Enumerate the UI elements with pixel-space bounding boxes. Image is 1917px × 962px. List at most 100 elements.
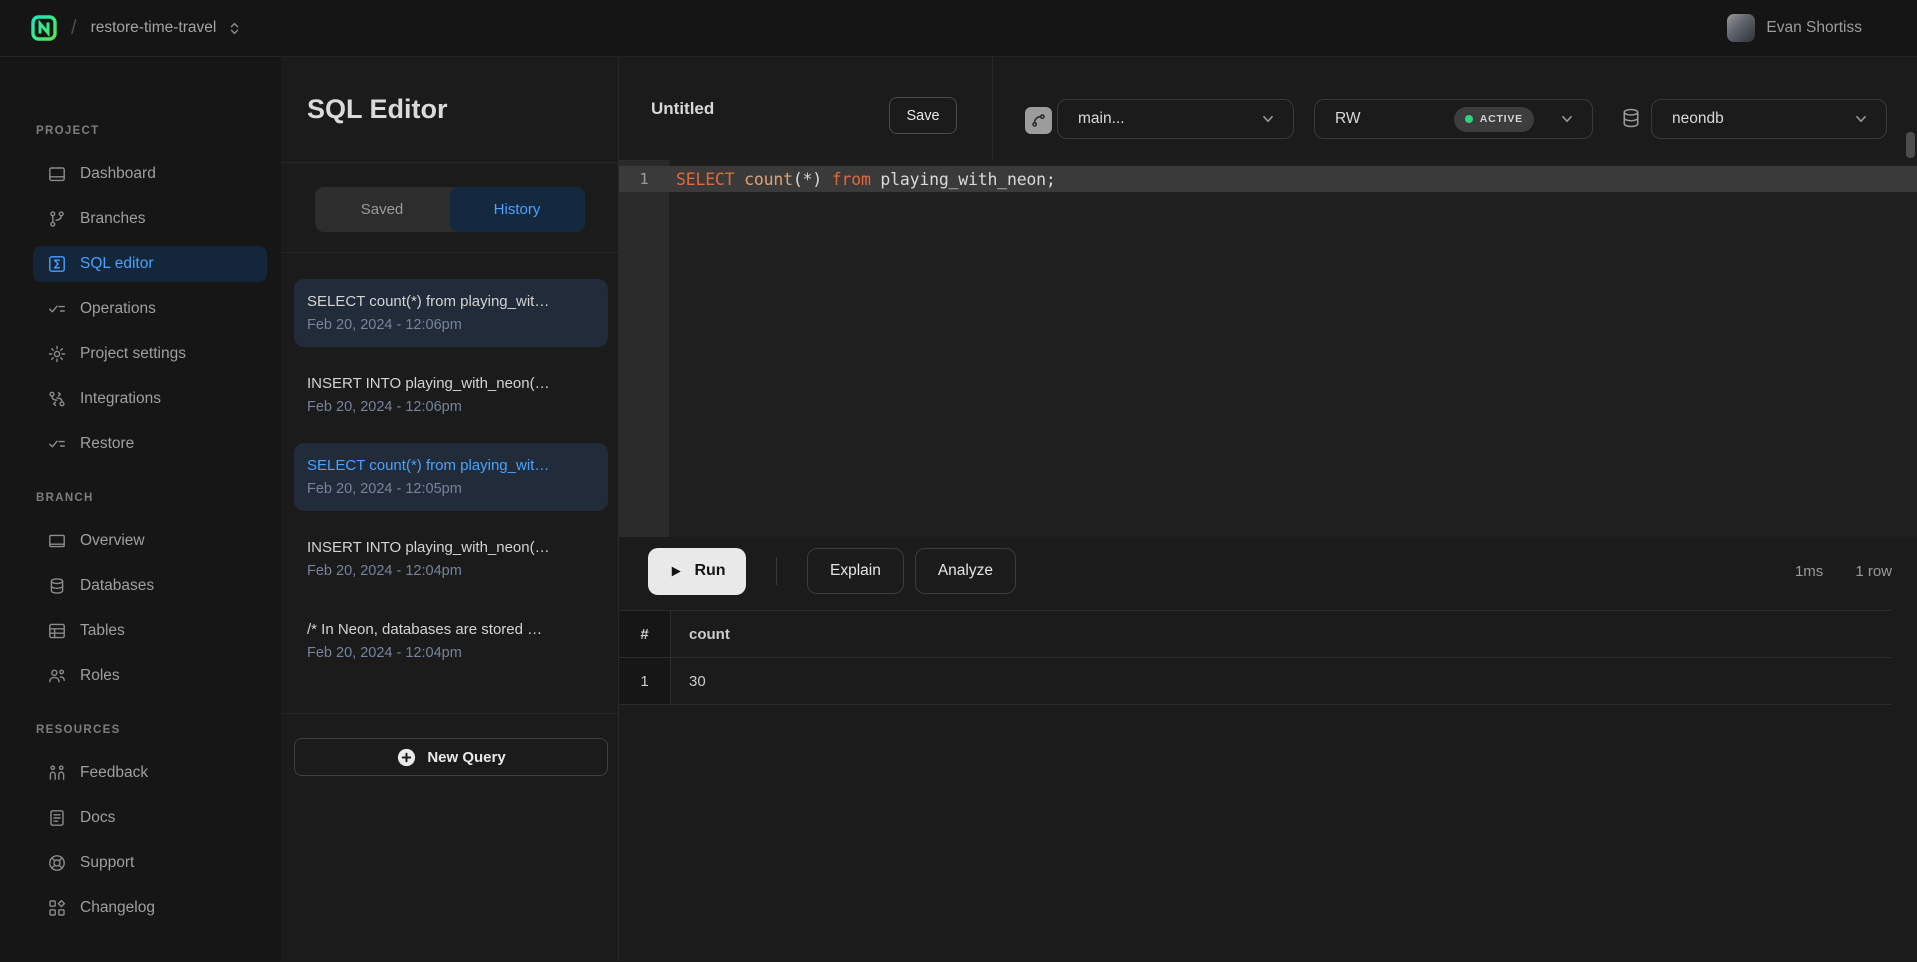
history-timestamp: Feb 20, 2024 - 12:05pm: [307, 481, 594, 497]
sidebar-section: PROJECTDashboardBranchesSQL editorOperat…: [18, 125, 281, 462]
sql-code-editor[interactable]: 1 SELECT count(*) from playing_with_neon…: [619, 160, 1917, 537]
history-item[interactable]: INSERT INTO playing_with_neon(… Feb 20, 2…: [294, 525, 608, 593]
results-header-index: #: [619, 611, 671, 657]
main-area: Untitled Save main... RW ACTIVE neondb: [619, 57, 1917, 961]
history-query: SELECT count(*) from playing_wit…: [307, 457, 594, 474]
sidebar-item-sql-editor[interactable]: SQL editor: [33, 246, 267, 282]
sidebar-item-operations[interactable]: Operations: [33, 291, 267, 327]
branch-icon[interactable]: [1025, 107, 1052, 134]
history-timestamp: Feb 20, 2024 - 12:04pm: [307, 563, 594, 579]
branch-select-value: main...: [1078, 110, 1125, 128]
history-item[interactable]: SELECT count(*) from playing_wit… Feb 20,…: [294, 279, 608, 347]
branch-select[interactable]: main...: [1057, 99, 1294, 139]
results-header-row: # count: [619, 610, 1892, 658]
tables-icon: [47, 621, 67, 641]
tab-history[interactable]: History: [450, 187, 585, 232]
sidebar-item-restore[interactable]: Restore: [33, 426, 267, 462]
sidebar-item-roles[interactable]: Roles: [33, 658, 267, 694]
sidebar-item-label: Restore: [80, 435, 134, 453]
history-item[interactable]: INSERT INTO playing_with_neon(… Feb 20, 2…: [294, 361, 608, 429]
history-timestamp: Feb 20, 2024 - 12:06pm: [307, 317, 594, 333]
sidebar-item-branches[interactable]: Branches: [33, 201, 267, 237]
explain-button[interactable]: Explain: [807, 548, 904, 594]
sidebar-item-label: Changelog: [80, 899, 155, 917]
sidebar-items: Dashboard Branches SQL editor Operations Pro…: [18, 156, 281, 462]
save-button[interactable]: Save: [889, 97, 957, 134]
sidebar-item-label: Feedback: [80, 764, 148, 782]
code-token: SELECT: [676, 170, 734, 189]
history-item[interactable]: /* In Neon, databases are stored … Feb 20…: [294, 607, 608, 675]
history-item[interactable]: SELECT count(*) from playing_wit… Feb 20,…: [294, 443, 608, 511]
new-query-label: New Query: [427, 749, 505, 766]
history-query: /* In Neon, databases are stored …: [307, 621, 594, 638]
results-header-count: count: [671, 611, 730, 657]
query-title: Untitled: [651, 99, 714, 119]
history-query: INSERT INTO playing_with_neon(…: [307, 539, 594, 556]
branches-icon: [47, 209, 67, 229]
sidebar-item-dashboard[interactable]: Dashboard: [33, 156, 267, 192]
database-select[interactable]: neondb: [1651, 99, 1887, 139]
code-content: SELECT count(*) from playing_with_neon;: [669, 170, 1056, 189]
query-panel-header: SQL Editor: [281, 57, 618, 163]
results-table: # count 1 30: [619, 610, 1892, 705]
sidebar-item-databases[interactable]: Databases: [33, 568, 267, 604]
actions-row: Run Explain Analyze 1ms 1 row: [619, 537, 1917, 605]
neon-logo-icon[interactable]: [30, 14, 58, 42]
history-query: INSERT INTO playing_with_neon(…: [307, 375, 594, 392]
user-menu[interactable]: Evan Shortiss: [1727, 14, 1862, 42]
database-icon: [47, 576, 67, 596]
code-token: playing_with_neon;: [871, 170, 1056, 189]
dashboard-icon: [47, 164, 67, 184]
new-query-button[interactable]: New Query: [294, 738, 608, 776]
toolbar-divider: [992, 57, 993, 160]
sidebar-item-project-settings[interactable]: Project settings: [33, 336, 267, 372]
gear-icon: [47, 344, 67, 364]
integrations-icon: [47, 389, 67, 409]
sidebar-item-feedback[interactable]: Feedback: [33, 755, 267, 791]
sql-editor-icon: [47, 254, 67, 274]
sidebar-item-changelog[interactable]: Changelog: [33, 890, 267, 926]
scrollbar-thumb[interactable]: [1906, 132, 1915, 158]
feedback-icon: [47, 763, 67, 783]
line-number: 1: [619, 170, 669, 188]
sidebar-item-label: Overview: [80, 532, 145, 550]
compute-select[interactable]: RW ACTIVE: [1314, 99, 1593, 139]
status-dot-icon: [1465, 115, 1473, 123]
results-cell-count: 30: [671, 658, 706, 704]
sidebar-items: Feedback Docs Support Changelog: [18, 755, 281, 926]
query-panel: SQL Editor SavedHistory SELECT count(*) …: [281, 57, 619, 961]
docs-icon: [47, 808, 67, 828]
sidebar-item-docs[interactable]: Docs: [33, 800, 267, 836]
run-button[interactable]: Run: [648, 548, 746, 595]
compute-status-badge: ACTIVE: [1454, 107, 1534, 132]
sidebar-section-label: RESOURCES: [18, 724, 281, 736]
changelog-icon: [47, 898, 67, 918]
query-duration: 1ms: [1795, 563, 1823, 580]
overview-icon: [47, 531, 67, 551]
run-label: Run: [694, 562, 725, 580]
project-switcher-chevrons-icon[interactable]: [227, 21, 242, 36]
history-timestamp: Feb 20, 2024 - 12:06pm: [307, 399, 594, 415]
operations-icon: [47, 299, 67, 319]
sidebar-item-integrations[interactable]: Integrations: [33, 381, 267, 417]
code-token: from: [832, 170, 871, 189]
saved-history-tabs: SavedHistory: [315, 187, 585, 232]
editor-active-line[interactable]: 1 SELECT count(*) from playing_with_neon…: [619, 166, 1917, 192]
sidebar-item-label: Tables: [80, 622, 125, 640]
compute-status-label: ACTIVE: [1480, 113, 1523, 125]
chevron-down-icon: [1259, 110, 1277, 128]
query-status: 1ms 1 row: [1795, 563, 1892, 580]
history-timestamp: Feb 20, 2024 - 12:04pm: [307, 645, 594, 661]
sidebar-item-overview[interactable]: Overview: [33, 523, 267, 559]
tabs-block: SavedHistory: [281, 163, 618, 253]
tab-saved[interactable]: Saved: [315, 187, 450, 232]
plus-circle-icon: [396, 747, 417, 768]
sidebar-item-label: Roles: [80, 667, 120, 685]
sidebar-item-tables[interactable]: Tables: [33, 613, 267, 649]
page-title: SQL Editor: [307, 94, 448, 125]
history-query: SELECT count(*) from playing_wit…: [307, 293, 594, 310]
breadcrumb-project-name[interactable]: restore-time-travel: [91, 19, 217, 37]
analyze-button[interactable]: Analyze: [915, 548, 1016, 594]
editor-gutter: [619, 160, 669, 537]
sidebar-item-support[interactable]: Support: [33, 845, 267, 881]
